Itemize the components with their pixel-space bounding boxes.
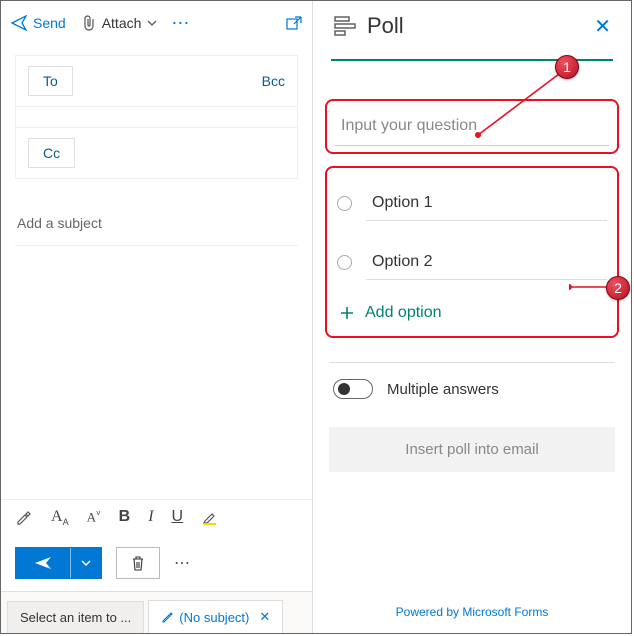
- multiple-answers-label: Multiple answers: [387, 381, 499, 398]
- option-input-1[interactable]: [366, 186, 607, 221]
- send-dropdown[interactable]: [70, 548, 101, 578]
- poll-icon: [333, 14, 357, 38]
- send-button[interactable]: Send: [11, 15, 66, 31]
- compose-more-button[interactable]: ⋯: [171, 13, 189, 34]
- question-callout-box: [325, 99, 619, 154]
- attach-label: Attach: [102, 15, 142, 31]
- radio-icon[interactable]: [337, 255, 352, 270]
- tab-bar: Select an item to ... (No subject) ✕: [1, 591, 312, 633]
- question-input[interactable]: [335, 107, 609, 146]
- close-icon[interactable]: ✕: [259, 609, 270, 625]
- cc-button[interactable]: Cc: [28, 138, 75, 168]
- trash-icon: [131, 555, 145, 571]
- callout-badge-2: 2: [606, 276, 630, 300]
- action-row: ⋯: [1, 535, 312, 591]
- multiple-answers-toggle[interactable]: [333, 379, 373, 399]
- callout-badge-1: 1: [555, 55, 579, 79]
- chevron-down-icon: [147, 18, 157, 28]
- popout-button[interactable]: [286, 16, 302, 30]
- send-main[interactable]: [16, 548, 70, 578]
- send-label: Send: [33, 15, 66, 31]
- recipients-block: To Bcc Cc: [15, 55, 298, 179]
- subject-box: [15, 209, 298, 237]
- chevron-down-icon: [81, 558, 91, 568]
- send-icon: [11, 15, 27, 31]
- subject-input[interactable]: [15, 209, 298, 237]
- poll-pane: Poll ✕ Add option Multiple answers: [313, 1, 631, 633]
- compose-toolbar: Send Attach ⋯: [1, 1, 312, 45]
- underline-button[interactable]: U: [172, 508, 184, 526]
- send-icon: [34, 556, 52, 570]
- tab-label: (No subject): [179, 610, 249, 625]
- poll-title: Poll: [367, 13, 404, 39]
- option-input-2[interactable]: [366, 245, 607, 280]
- action-more-button[interactable]: ⋯: [174, 553, 190, 573]
- tab-select-item[interactable]: Select an item to ...: [7, 601, 144, 633]
- add-option-button[interactable]: Add option: [339, 304, 607, 322]
- format-toolbar: AA A˅ B I U: [1, 499, 312, 535]
- format-painter-icon[interactable]: [15, 508, 33, 526]
- option-row: [337, 245, 607, 280]
- plus-icon: [339, 305, 355, 321]
- add-option-label: Add option: [365, 304, 442, 322]
- font-size-up-icon[interactable]: AA: [51, 508, 69, 527]
- to-button[interactable]: To: [28, 66, 73, 96]
- close-poll-button[interactable]: ✕: [594, 14, 611, 39]
- insert-poll-button[interactable]: Insert poll into email: [329, 427, 615, 472]
- tab-no-subject[interactable]: (No subject) ✕: [148, 600, 283, 633]
- paperclip-icon: [82, 15, 96, 31]
- poll-header: Poll ✕: [313, 1, 631, 59]
- discard-button[interactable]: [116, 547, 160, 579]
- italic-button[interactable]: I: [148, 508, 153, 526]
- radio-icon[interactable]: [337, 196, 352, 211]
- attach-button[interactable]: Attach: [82, 15, 158, 31]
- powered-by-link[interactable]: Powered by Microsoft Forms: [313, 605, 631, 619]
- send-split-button[interactable]: [15, 547, 102, 579]
- cc-row[interactable]: Cc: [16, 127, 297, 178]
- bcc-button[interactable]: Bcc: [262, 73, 285, 89]
- multiple-answers-row: Multiple answers: [313, 363, 631, 415]
- to-row[interactable]: To Bcc: [16, 56, 297, 106]
- tab-label: Select an item to ...: [20, 610, 131, 625]
- popout-icon: [286, 16, 302, 30]
- compose-pane: Send Attach ⋯ To Bcc Cc: [1, 1, 313, 633]
- compose-body[interactable]: [1, 246, 312, 499]
- options-callout-box: Add option: [325, 166, 619, 338]
- font-size-down-icon[interactable]: A˅: [87, 509, 101, 525]
- option-row: [337, 186, 607, 221]
- bold-button[interactable]: B: [119, 508, 131, 526]
- edit-icon: [161, 611, 173, 623]
- highlight-icon[interactable]: [201, 508, 219, 526]
- insert-poll-label: Insert poll into email: [405, 441, 538, 458]
- to-input-row[interactable]: [16, 106, 297, 127]
